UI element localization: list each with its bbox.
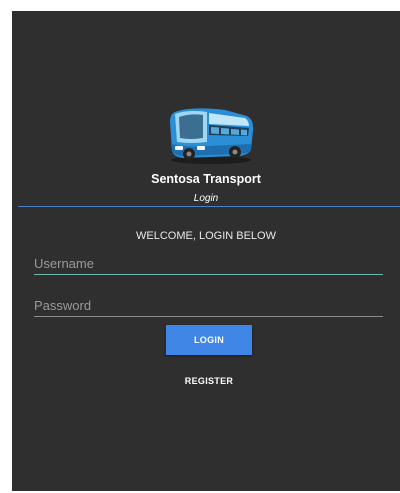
register-button[interactable]: REGISTER [156, 372, 262, 390]
username-input[interactable] [34, 252, 383, 275]
app-title: Sentosa Transport [151, 172, 261, 186]
welcome-text: WELCOME, LOGIN BELOW [136, 230, 276, 242]
page-subtitle: Login [193, 193, 219, 204]
login-screen: Sentosa Transport Login WELCOME, LOGIN B… [12, 11, 400, 491]
password-input[interactable] [34, 294, 383, 317]
header-divider [18, 206, 400, 207]
login-button[interactable]: LOGIN [166, 325, 252, 355]
bus-icon [170, 108, 254, 164]
